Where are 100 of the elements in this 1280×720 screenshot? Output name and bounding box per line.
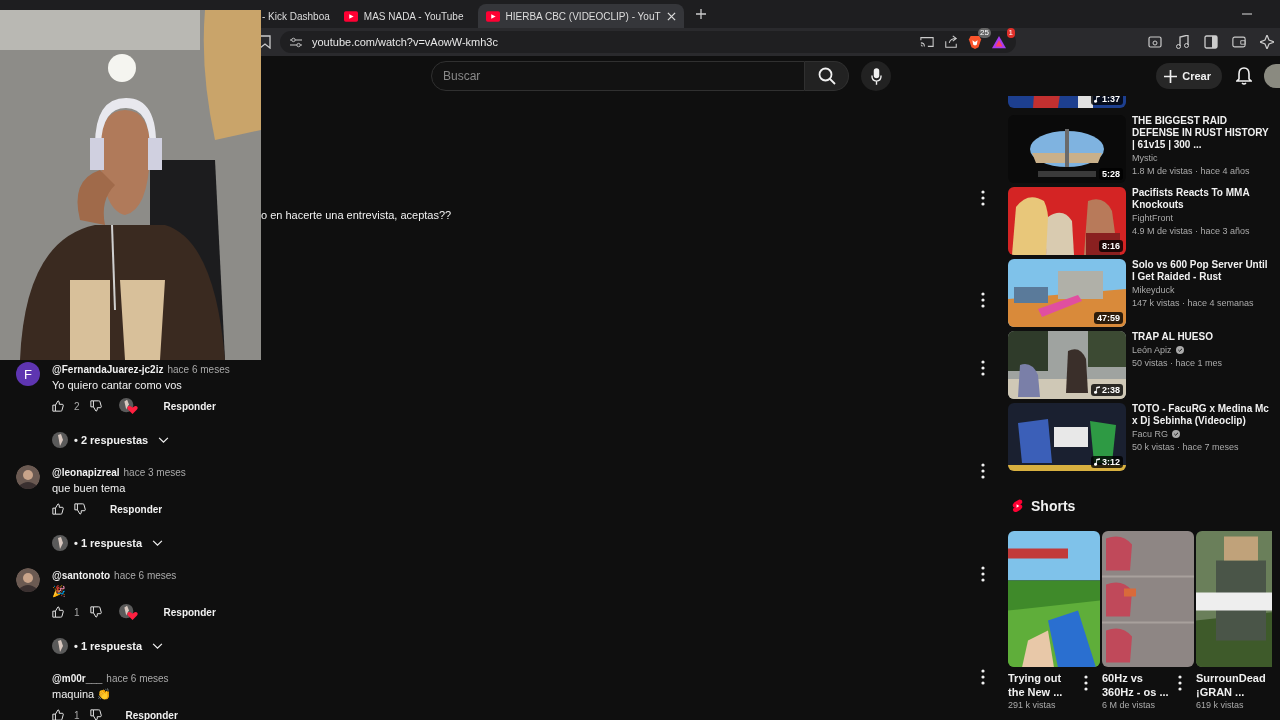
video-thumbnail[interactable]: 1:37 [1008,96,1126,108]
music-icon[interactable] [1176,35,1190,49]
browser-tab[interactable]: - Kick Dashboa [262,4,330,28]
close-icon[interactable] [666,11,676,21]
thumbs-down-icon[interactable] [89,709,102,720]
more-options-icon[interactable] [981,360,985,376]
share-icon[interactable] [944,35,958,49]
channel-name[interactable]: Mystic [1132,151,1158,165]
replies-toggle[interactable]: • 1 respuesta [52,632,164,660]
duration-badge: 1:37 [1091,96,1123,105]
short-title[interactable]: 60Hz vs 360Hz - os ... [1102,671,1174,699]
wallet-icon[interactable] [1232,35,1246,49]
video-thumbnail[interactable]: 8:16 [1008,187,1126,255]
video-stats: 1.8 M de vistas · hace 4 años [1132,165,1251,178]
comment-time[interactable]: hace 3 meses [123,466,186,478]
browser-tab[interactable]: HIERBA CBC (VIDEOCLIP) - YouT [477,4,684,28]
channel-name[interactable]: León Apiz [1132,343,1172,357]
youtube-icon [343,10,358,22]
more-options-icon[interactable] [981,463,985,479]
like-count: 1 [74,709,80,720]
user-avatar[interactable] [16,465,40,489]
chevron-down-icon [152,539,164,547]
more-options-icon[interactable] [1178,675,1182,691]
comment-author[interactable]: @FernandaJuarez-jc2iz [52,363,164,375]
view-count: 291 k vistas [1008,700,1057,711]
short-title[interactable]: SurrounDead ¡GRAN ... [1196,671,1268,699]
video-thumbnail[interactable]: 5:28 [1008,115,1126,183]
video-title[interactable]: TOTO - FacuRG x Medina Mc x Dj Sebinha (Videoclip) [1132,403,1272,427]
comment-author[interactable]: @santonoto [52,569,111,581]
music-note-icon [1094,458,1100,466]
view-count: 6 M de vistas [1102,700,1157,711]
video-thumbnail[interactable]: 3:12 [1008,403,1126,471]
comment-time[interactable]: hace 6 meses [114,569,177,581]
thumbs-up-icon[interactable] [52,606,64,618]
verified-icon [1175,346,1184,354]
browser-tab[interactable]: MAS NADA - YouTube [335,4,472,28]
notification-badge: 1 [1006,28,1015,38]
microphone-icon [870,67,882,85]
comment-text: maquina 👏 [52,687,113,702]
cast-icon[interactable] [920,35,934,49]
thumbs-up-icon[interactable] [52,709,64,720]
create-button[interactable]: Crear [1156,63,1222,89]
thumbs-down-icon[interactable] [89,606,102,618]
video-thumbnail[interactable]: 47:59 [1008,259,1126,327]
new-tab-icon[interactable] [695,9,706,19]
more-options-icon[interactable] [981,292,985,308]
bell-icon[interactable] [1236,67,1252,85]
window-icon[interactable] [1148,35,1162,49]
duration-badge: 8:16 [1099,240,1123,252]
sidebar-icon[interactable] [1204,35,1218,49]
short-title[interactable]: Trying out the New ... [1008,671,1080,699]
replier-avatar [52,432,68,448]
more-options-icon[interactable] [981,669,985,685]
comment-text: que buen tema [52,481,127,496]
reply-button[interactable]: Responder [125,709,178,720]
replies-toggle[interactable]: • 1 respuesta [52,529,164,557]
video-stats: 4.9 M de vistas · hace 3 años [1132,225,1251,238]
video-title[interactable]: TRAP AL HUESO [1132,331,1272,343]
thumbs-up-icon[interactable] [52,400,64,412]
user-avatar[interactable]: F [16,362,40,386]
reply-button[interactable]: Responder [163,400,216,412]
settings-icon[interactable] [290,36,302,48]
reply-button[interactable]: Responder [163,606,216,618]
bookmark-icon[interactable] [258,35,272,49]
address-bar[interactable]: youtube.com/watch?v=vAowW-kmh3c 25 1 [280,31,1016,53]
video-thumbnail[interactable]: 2:38 [1008,331,1126,399]
lion-icon[interactable] [968,35,982,49]
thumbs-up-icon[interactable] [52,503,64,515]
comment-text: Yo quiero cantar como vos [52,378,183,393]
reply-button[interactable]: Responder [110,503,163,515]
comment-author[interactable]: @m00r___ [52,672,103,684]
more-options-icon[interactable] [1084,675,1088,691]
video-title[interactable]: Pacifists Reacts To MMA Knockouts [1132,187,1272,211]
account-avatar[interactable] [1264,64,1280,88]
search-button[interactable] [805,61,849,91]
sparkle-icon[interactable] [1260,35,1274,49]
channel-name[interactable]: FightFront [1132,211,1173,225]
search-field[interactable]: Buscar [431,61,805,91]
duration-badge: 47:59 [1093,312,1123,324]
more-options-icon[interactable] [981,566,985,582]
chevron-down-icon [152,642,164,650]
microphone-button[interactable] [861,61,891,91]
replies-toggle[interactable]: • 2 respuestas [52,426,170,454]
triangle-icon[interactable] [992,35,1006,49]
comment-text: o en hacerte una entrevista, aceptas?? [260,208,452,223]
verified-icon [1172,430,1180,438]
video-title[interactable]: Solo vs 600 Pop Server Until I Get Raided - Rust [1132,259,1272,283]
duration-badge: 2:38 [1091,384,1123,396]
comment-text: 🎉 [52,584,67,600]
thumbs-down-icon[interactable] [89,400,102,412]
channel-name[interactable]: Mikeyduck [1132,283,1175,297]
view-count: 619 k vistas [1196,700,1245,711]
channel-name[interactable]: Facu RG [1132,427,1168,441]
video-title[interactable]: THE BIGGEST RAID DEFENSE IN RUST HISTORY | 61v15 | 300 ... [1132,115,1272,151]
user-avatar[interactable] [16,568,40,592]
comment-author[interactable]: @leonapizreal [52,466,120,478]
comment-time[interactable]: hace 6 meses [167,363,230,375]
comment-time[interactable]: hace 6 meses [106,672,169,684]
more-options-icon[interactable] [981,190,985,206]
thumbs-down-icon[interactable] [74,503,86,515]
